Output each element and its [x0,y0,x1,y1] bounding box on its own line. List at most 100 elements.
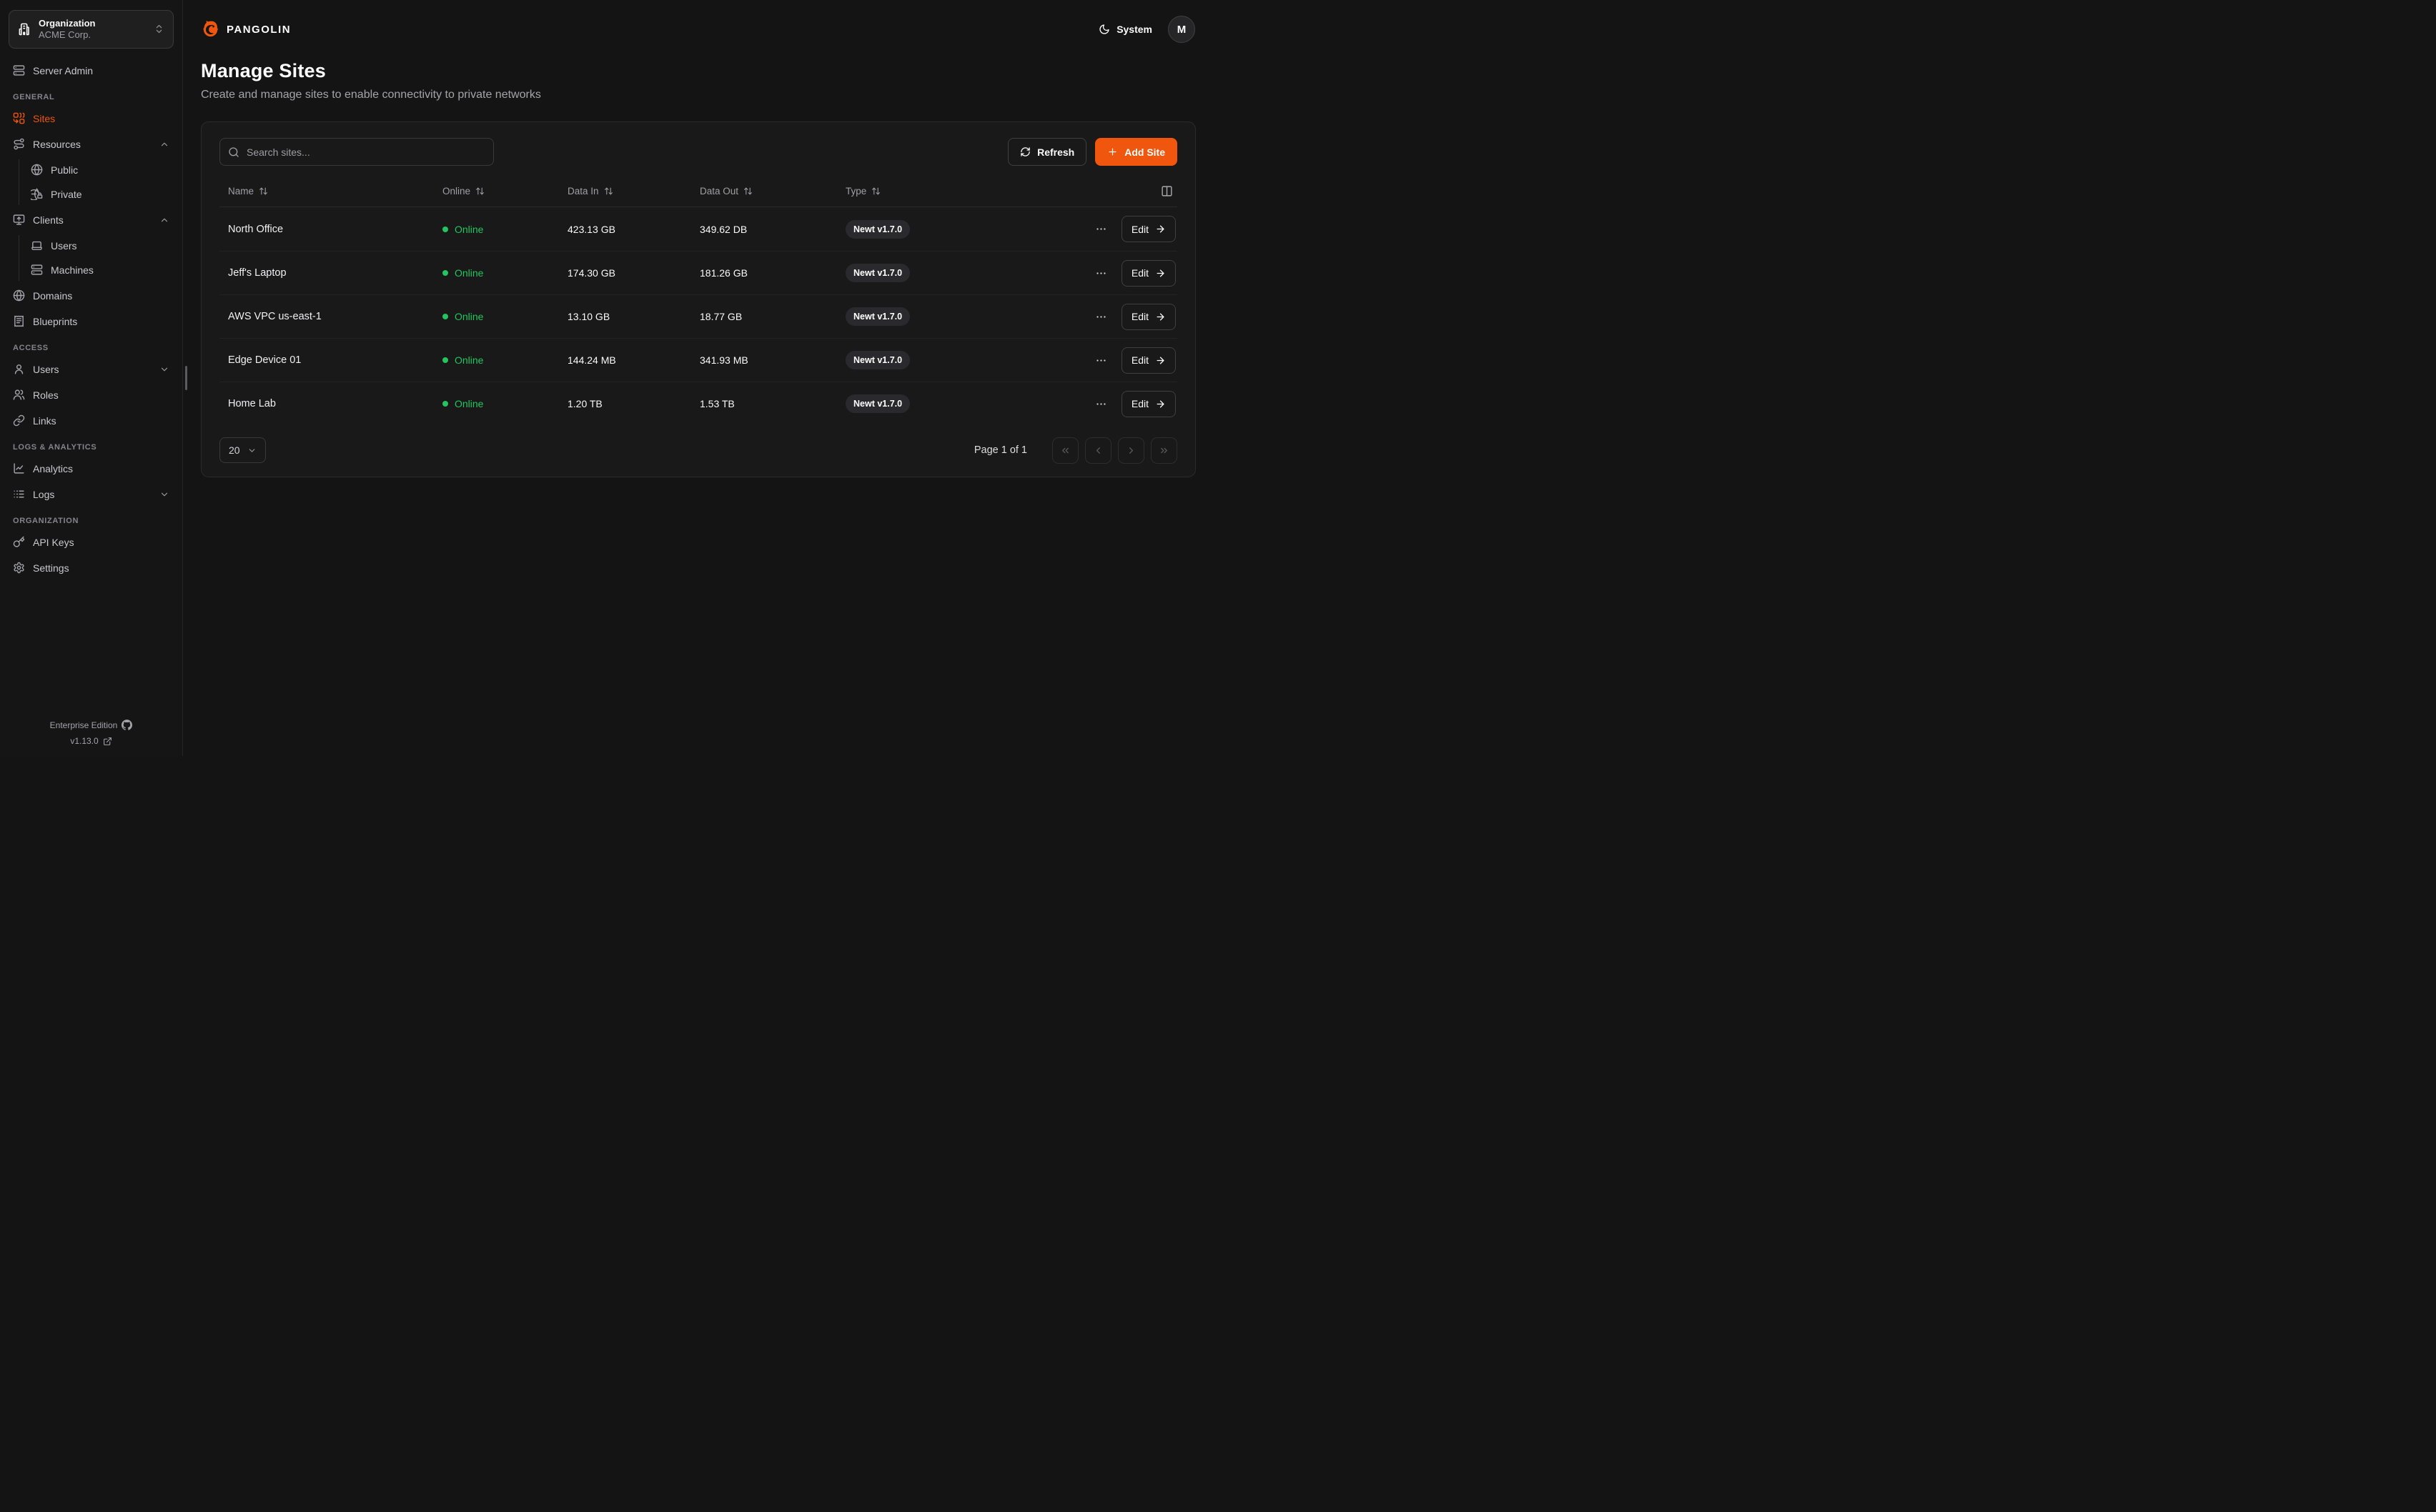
sidebar-item-blueprints[interactable]: Blueprints [9,311,174,332]
link-icon [13,414,25,427]
plus-icon [1107,146,1118,157]
prev-page-button[interactable] [1085,437,1111,464]
sidebar-item-resources[interactable]: Resources [9,134,174,155]
last-page-button[interactable] [1151,437,1177,464]
sites-card: Refresh Add Site Name Online [201,121,1196,477]
first-page-button[interactable] [1052,437,1079,464]
brand[interactable]: PANGOLIN [201,20,291,39]
github-icon[interactable] [122,720,132,730]
users-icon [13,389,25,401]
monitor-up-icon [13,214,25,226]
row-menu-button[interactable] [1092,352,1110,369]
arrow-right-icon [1155,268,1166,279]
sidebar-item-settings[interactable]: Settings [9,557,174,579]
sidebar-item-clients[interactable]: Clients [9,209,174,231]
theme-toggle[interactable]: System [1099,24,1152,35]
theme-label: System [1116,24,1152,35]
sidebar-item-label: Clients [33,214,152,226]
org-selector[interactable]: Organization ACME Corp. [9,10,174,49]
sidebar-item-label: Users [51,240,169,252]
column-label: Data In [568,186,599,197]
sidebar-item-server-admin[interactable]: Server Admin [9,60,174,81]
sort-icon [475,186,485,196]
table-body: North Office Online 423.13 GB 349.62 DB … [219,207,1177,425]
page-size-select[interactable]: 20 [219,437,266,463]
type-badge: Newt v1.7.0 [846,264,910,282]
edit-button[interactable]: Edit [1122,260,1176,287]
site-status: Online [442,267,568,279]
edit-button[interactable]: Edit [1122,391,1176,417]
table-row: Home Lab Online 1.20 TB 1.53 TB Newt v1.… [219,382,1177,425]
avatar[interactable]: M [1168,16,1195,43]
building-icon [18,22,31,36]
online-dot [442,357,448,363]
next-page-button[interactable] [1118,437,1144,464]
sidebar-item-users[interactable]: Users [9,359,174,380]
page-title: Manage Sites [201,60,1195,82]
edit-button[interactable]: Edit [1122,304,1176,330]
site-status: Online [442,311,568,322]
table-row: AWS VPC us-east-1 Online 13.10 GB 18.77 … [219,294,1177,338]
edit-button[interactable]: Edit [1122,347,1176,374]
sidebar-item-machines[interactable]: Machines [26,259,174,281]
sidebar-item-private[interactable]: Private [26,184,174,205]
site-data-out: 181.26 GB [700,267,846,279]
edit-button[interactable]: Edit [1122,216,1176,242]
column-header-type[interactable]: Type [846,186,1009,197]
sidebar-item-logs[interactable]: Logs [9,484,174,505]
section-organization: ORGANIZATION [13,517,169,525]
site-data-out: 349.62 DB [700,224,846,235]
sidebar-item-domains[interactable]: Domains [9,285,174,307]
row-menu-button[interactable] [1092,220,1110,238]
sidebar-item-label: Public [51,164,169,176]
sidebar-item-public[interactable]: Public [26,159,174,181]
org-label: Organization [39,18,95,29]
column-header-data-in[interactable]: Data In [568,186,700,197]
site-data-out: 1.53 TB [700,398,846,409]
sidebar-item-analytics[interactable]: Analytics [9,458,174,479]
row-menu-button[interactable] [1092,395,1110,413]
column-settings-button[interactable] [1009,185,1177,197]
site-status: Online [442,398,568,409]
org-value: ACME Corp. [39,29,147,41]
online-dot [442,270,448,276]
main-content: PANGOLIN System M Manage Sites Create an… [184,0,1218,756]
user-icon [13,363,25,375]
column-header-online[interactable]: Online [442,186,568,197]
sidebar-nav: Server Admin GENERAL Sites Resources P [9,60,174,583]
site-type: Newt v1.7.0 [846,351,1009,369]
pagination: 20 Page 1 of 1 [219,437,1177,464]
table-row: Edge Device 01 Online 144.24 MB 341.93 M… [219,338,1177,382]
column-label: Online [442,186,470,197]
sidebar-item-client-users[interactable]: Users [26,235,174,257]
refresh-button[interactable]: Refresh [1008,138,1086,166]
sidebar-item-label: Domains [33,290,169,302]
row-menu-button[interactable] [1092,264,1110,282]
table-header: Name Online Data In Data Out Type [219,176,1177,207]
sidebar-item-label: Logs [33,489,152,500]
globe-icon [13,289,25,302]
sidebar-item-roles[interactable]: Roles [9,384,174,406]
column-header-name[interactable]: Name [219,186,442,197]
sidebar-item-sites[interactable]: Sites [9,108,174,129]
column-header-data-out[interactable]: Data Out [700,186,846,197]
type-badge: Newt v1.7.0 [846,220,910,239]
row-menu-button[interactable] [1092,308,1110,326]
table-row: North Office Online 423.13 GB 349.62 DB … [219,207,1177,251]
section-access: ACCESS [13,344,169,352]
sidebar-item-links[interactable]: Links [9,410,174,432]
add-site-button[interactable]: Add Site [1095,138,1177,166]
sidebar-item-api-keys[interactable]: API Keys [9,532,174,553]
clients-subtree: Users Machines [19,235,174,281]
sidebar-item-label: Links [33,415,169,427]
sidebar-item-label: Roles [33,389,169,401]
sidebar-item-label: Settings [33,562,169,574]
online-dot [442,227,448,232]
section-general: GENERAL [13,93,169,101]
receipt-icon [13,315,25,327]
refresh-icon [1020,146,1031,157]
arrow-right-icon [1155,312,1166,322]
search-input[interactable] [219,138,494,166]
logs-icon [13,488,25,500]
external-link-icon[interactable] [103,737,112,746]
